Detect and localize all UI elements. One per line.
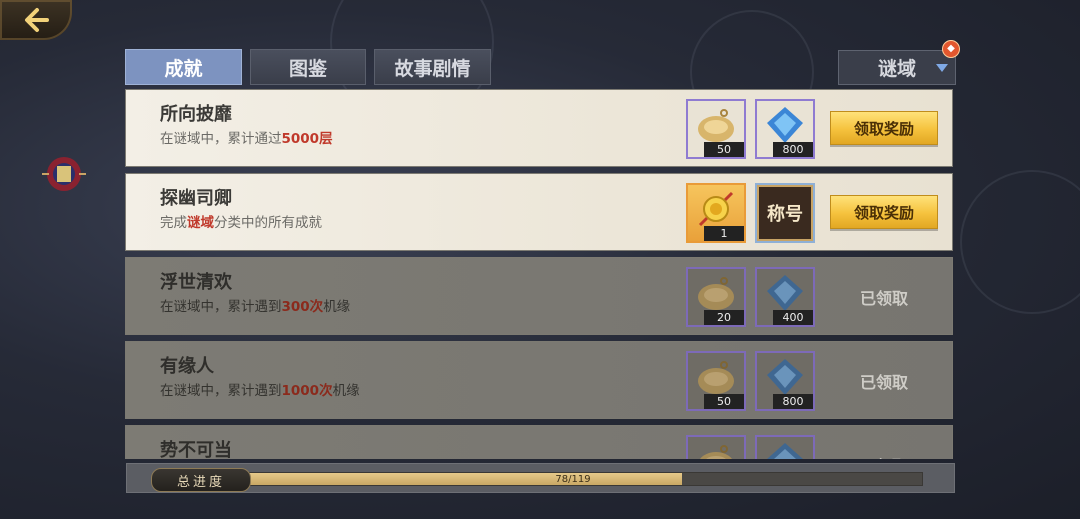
achievement-title: 探幽司卿	[160, 188, 232, 209]
reward-item[interactable]: 50	[686, 99, 746, 159]
achievement-desc: 完成谜域分类中的所有成就	[160, 215, 322, 231]
notification-badge-icon: ◆	[942, 40, 960, 58]
reward-count: 800	[773, 142, 813, 157]
claimed-status: 已领取	[859, 289, 908, 308]
reward-count: 20	[704, 310, 744, 325]
claimed-status: 已领取	[830, 450, 938, 459]
reward-item[interactable]: 50	[686, 351, 746, 411]
reward-item[interactable]	[755, 435, 815, 459]
category-dropdown[interactable]: 谜域	[838, 50, 956, 85]
reward-item[interactable]	[686, 435, 746, 459]
blue-gem-icon	[767, 443, 803, 459]
achievement-title: 所向披靡	[160, 104, 232, 125]
mascot-icon	[42, 157, 86, 191]
achievement-row: 势不可当 已领取	[125, 425, 953, 459]
reward-count: 1	[704, 226, 744, 241]
blue-gem-icon	[767, 107, 803, 143]
gold-medal-icon	[698, 191, 734, 227]
progress-text: 78/119	[555, 473, 591, 485]
tab-story[interactable]: 故事剧情	[374, 49, 491, 85]
achievement-desc: 在谜域中，累计遇到300次机缘	[160, 299, 351, 315]
reward-item[interactable]: 20	[686, 267, 746, 327]
reward-item[interactable]: 400	[755, 267, 815, 327]
gold-pouch-icon	[698, 361, 734, 394]
achievement-row: 浮世清欢 在谜域中，累计遇到300次机缘 20 400 已领取	[125, 257, 953, 335]
reward-item[interactable]: 1	[686, 183, 746, 243]
blue-gem-icon	[767, 359, 803, 395]
achievement-row: 有缘人 在谜域中，累计遇到1000次机缘 50 800 已领取	[125, 341, 953, 419]
achievement-desc: 在谜域中，累计通过5000层	[160, 131, 333, 147]
achievement-title: 势不可当	[160, 440, 232, 459]
claim-reward-button[interactable]: 领取奖励	[830, 195, 938, 229]
gold-pouch-icon	[700, 445, 732, 459]
chevron-down-icon	[936, 64, 948, 72]
reward-count: 50	[704, 394, 744, 409]
reward-item[interactable]: 称号	[755, 183, 815, 243]
reward-count: 400	[773, 310, 813, 325]
back-button[interactable]	[0, 0, 72, 40]
achievement-title: 有缘人	[160, 356, 214, 377]
gold-pouch-icon	[698, 109, 734, 142]
reward-item[interactable]: 800	[755, 99, 815, 159]
back-arrow-icon	[25, 8, 49, 32]
achievement-row: 探幽司卿 完成谜域分类中的所有成就 1 称号 领取奖励	[125, 173, 953, 251]
achievement-desc: 在谜域中，累计遇到1000次机缘	[160, 383, 360, 399]
progress-label: 总进度	[151, 468, 251, 492]
background-ornament	[960, 170, 1080, 314]
reward-item[interactable]: 800	[755, 351, 815, 411]
achievement-list[interactable]: 所向披靡 在谜域中，累计通过5000层 50 800 领取奖励 探幽司卿 完成谜…	[125, 89, 955, 459]
achievement-row: 所向披靡 在谜域中，累计通过5000层 50 800 领取奖励	[125, 89, 953, 167]
title-plaque-icon: 称号	[757, 185, 813, 241]
achievement-title: 浮世清欢	[160, 272, 232, 293]
tab-achievements[interactable]: 成就	[125, 49, 242, 85]
claim-reward-button[interactable]: 领取奖励	[830, 111, 938, 145]
progress-track: 78/119	[223, 472, 923, 486]
total-progress: 总进度 78/119	[126, 463, 955, 493]
reward-count: 800	[773, 394, 813, 409]
blue-gem-icon	[767, 275, 803, 311]
gold-pouch-icon	[698, 277, 734, 310]
claimed-status: 已领取	[859, 373, 908, 392]
category-dropdown-value: 谜域	[877, 58, 916, 80]
tab-collection[interactable]: 图鉴	[250, 49, 366, 85]
reward-count: 50	[704, 142, 744, 157]
